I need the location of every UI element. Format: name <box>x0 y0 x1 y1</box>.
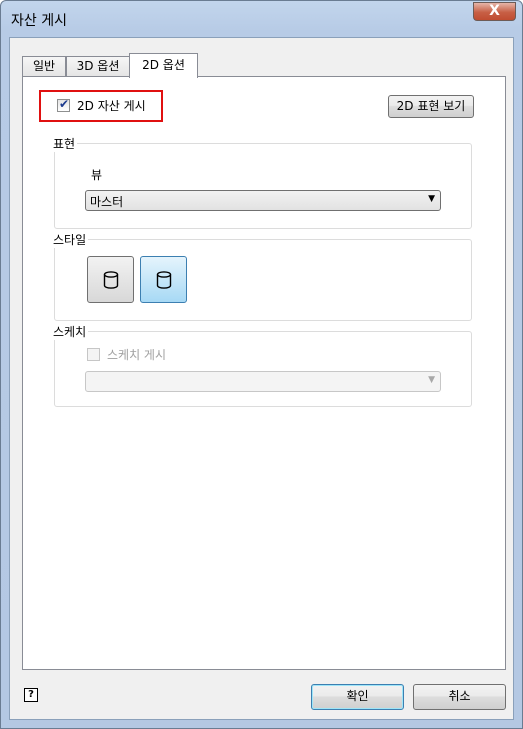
tab-3d-options[interactable]: 3D 옵션 <box>66 56 130 77</box>
help-icon[interactable]: ? <box>24 688 38 702</box>
cylinder-icon <box>156 271 172 289</box>
style-group: 스타일 <box>51 231 472 321</box>
view-dropdown-value: 마스터 <box>90 195 124 209</box>
representation-group: 표현 뷰 마스터 ▼ <box>51 135 472 229</box>
publish-2d-checkbox[interactable] <box>57 97 70 112</box>
close-icon: X <box>489 3 500 19</box>
view-dropdown[interactable]: 마스터 ▼ <box>85 190 441 211</box>
preview-2d-button[interactable]: 2D 표현 보기 <box>388 95 474 118</box>
publish-asset-dialog: 자산 게시 X 일반 3D 옵션 2D 옵션 표현 뷰 마스터 ▼ 스타일 스케… <box>0 0 523 729</box>
title-bar[interactable]: 자산 게시 X <box>1 1 522 37</box>
tab-panel-2d-options: 표현 뷰 마스터 ▼ 스타일 스케치 스케치 게시 ▼ <box>22 76 506 670</box>
sketch-group-label: 스케치 <box>51 323 89 340</box>
dropdown-arrow-icon: ▼ <box>428 194 435 204</box>
representation-group-label: 표현 <box>51 135 78 152</box>
style-button-shaded[interactable] <box>87 256 134 303</box>
sketch-group: 스케치 스케치 게시 ▼ <box>51 323 472 407</box>
tab-general[interactable]: 일반 <box>22 56 66 77</box>
publish-sketch-label: 스케치 게시 <box>107 348 167 362</box>
dialog-client-area: 일반 3D 옵션 2D 옵션 표현 뷰 마스터 ▼ 스타일 스케치 스케치 게시… <box>9 37 514 720</box>
tab-2d-options[interactable]: 2D 옵션 <box>129 53 198 78</box>
publish-sketch-checkbox[interactable] <box>87 348 100 361</box>
close-button[interactable]: X <box>473 2 516 21</box>
style-button-outline[interactable] <box>140 256 187 303</box>
window-title: 자산 게시 <box>11 13 67 29</box>
ok-button[interactable]: 확인 <box>311 684 404 710</box>
style-group-label: 스타일 <box>51 231 89 248</box>
view-label: 뷰 <box>91 168 103 182</box>
publish-2d-label: 2D 자산 게시 <box>77 99 146 113</box>
cancel-button[interactable]: 취소 <box>413 684 506 710</box>
dropdown-arrow-icon: ▼ <box>428 375 435 385</box>
sketch-dropdown[interactable]: ▼ <box>85 371 441 392</box>
cylinder-icon <box>103 271 119 289</box>
